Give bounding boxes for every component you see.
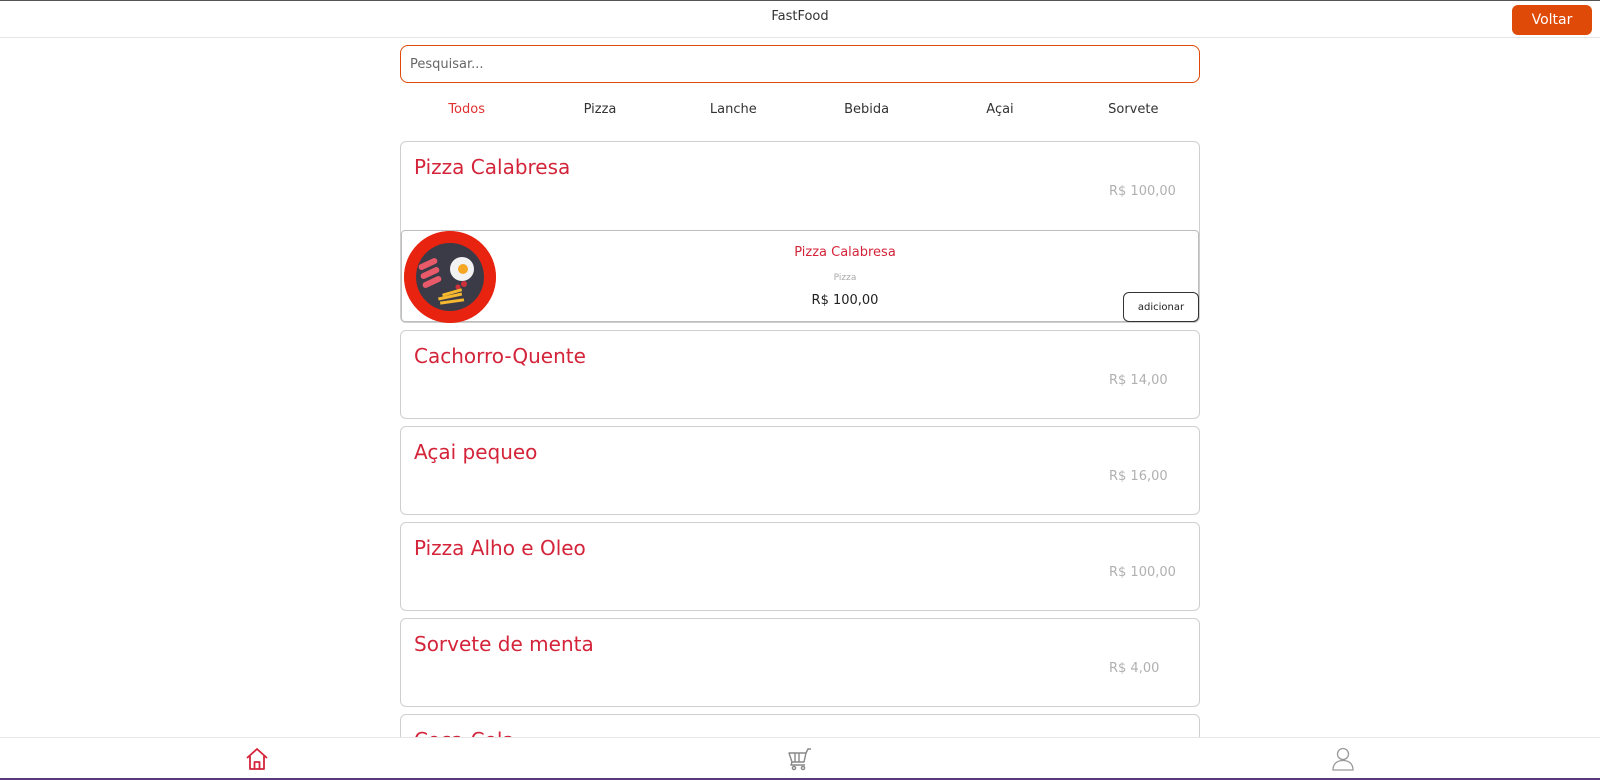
product-price: R$ 100,00 (1109, 184, 1176, 199)
cart-icon[interactable] (787, 746, 813, 772)
search-input[interactable] (400, 45, 1200, 83)
product-price: R$ 4,00 (1109, 661, 1160, 676)
product-list: Pizza Calabresa R$ 100,00 Pizza Calabres… (400, 141, 1200, 754)
product-card[interactable]: Sorvete de menta R$ 4,00 (400, 618, 1200, 707)
product-card[interactable]: Açai pequeo R$ 16,00 (400, 426, 1200, 515)
product-name: Cachorro-Quente (414, 344, 586, 368)
top-bar: FastFood Voltar (0, 0, 1600, 38)
product-price: R$ 100,00 (1109, 565, 1176, 580)
tab-pizza[interactable]: Pizza (533, 102, 666, 117)
add-to-cart-button[interactable]: adicionar (1123, 292, 1199, 322)
product-card[interactable]: Cachorro-Quente R$ 14,00 (400, 330, 1200, 419)
product-name: Pizza Calabresa (414, 155, 571, 179)
product-name: Pizza Alho e Oleo (414, 536, 586, 560)
product-name: Sorvete de menta (414, 632, 594, 656)
detail-product-category: Pizza (833, 273, 857, 283)
product-detail-panel: Pizza Calabresa Pizza R$ 100,00 adiciona… (401, 230, 1199, 323)
app-title: FastFood (771, 9, 829, 24)
user-icon[interactable] (1330, 746, 1356, 772)
product-name: Açai pequeo (414, 440, 538, 464)
product-card[interactable]: Pizza Calabresa R$ 100,00 Pizza Calabres… (400, 141, 1200, 323)
tab-lanche[interactable]: Lanche (667, 102, 800, 117)
back-button[interactable]: Voltar (1512, 5, 1592, 35)
tab-bebida[interactable]: Bebida (800, 102, 933, 117)
product-card[interactable]: Pizza Alho e Oleo R$ 100,00 (400, 522, 1200, 611)
detail-product-name: Pizza Calabresa (794, 245, 896, 260)
home-icon[interactable] (244, 746, 270, 772)
main-content: Todos Pizza Lanche Bebida Açai Sorvete P… (400, 45, 1200, 761)
bottom-nav (0, 737, 1600, 780)
tab-acai[interactable]: Açai (933, 102, 1066, 117)
detail-product-price: R$ 100,00 (811, 293, 879, 308)
tab-todos[interactable]: Todos (400, 102, 533, 117)
product-price: R$ 16,00 (1109, 469, 1168, 484)
tab-sorvete[interactable]: Sorvete (1067, 102, 1200, 117)
product-price: R$ 14,00 (1109, 373, 1168, 388)
category-tabs: Todos Pizza Lanche Bebida Açai Sorvete (400, 95, 1200, 123)
